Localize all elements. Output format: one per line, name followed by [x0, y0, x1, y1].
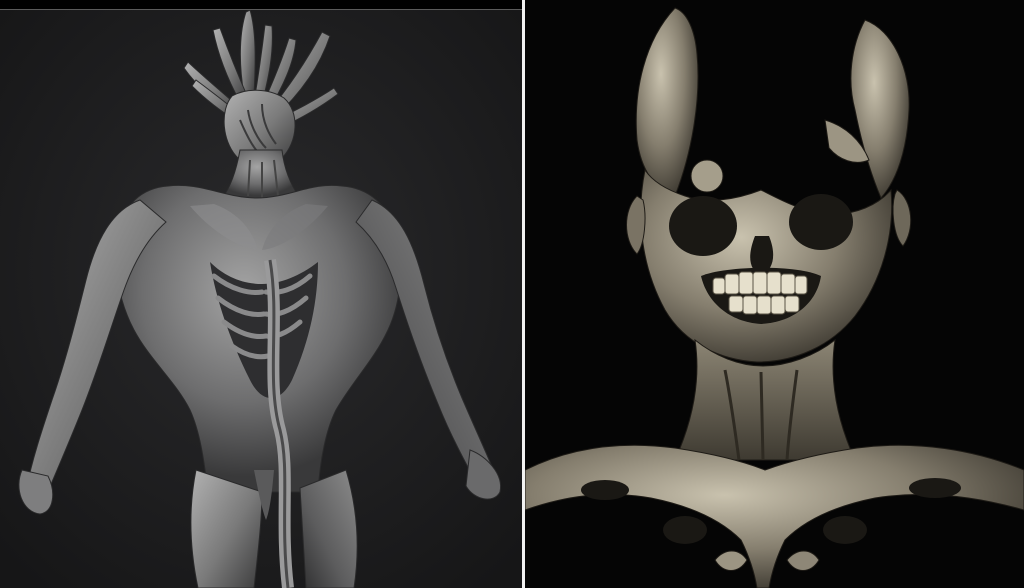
skull-creature-bust-sculpt: [525, 0, 1024, 588]
panel-top-rule: [0, 9, 522, 10]
full-body-creature-sculpt: [0, 9, 522, 588]
left-sculpt-panel: [0, 0, 522, 588]
right-sculpt-panel: [525, 0, 1024, 588]
